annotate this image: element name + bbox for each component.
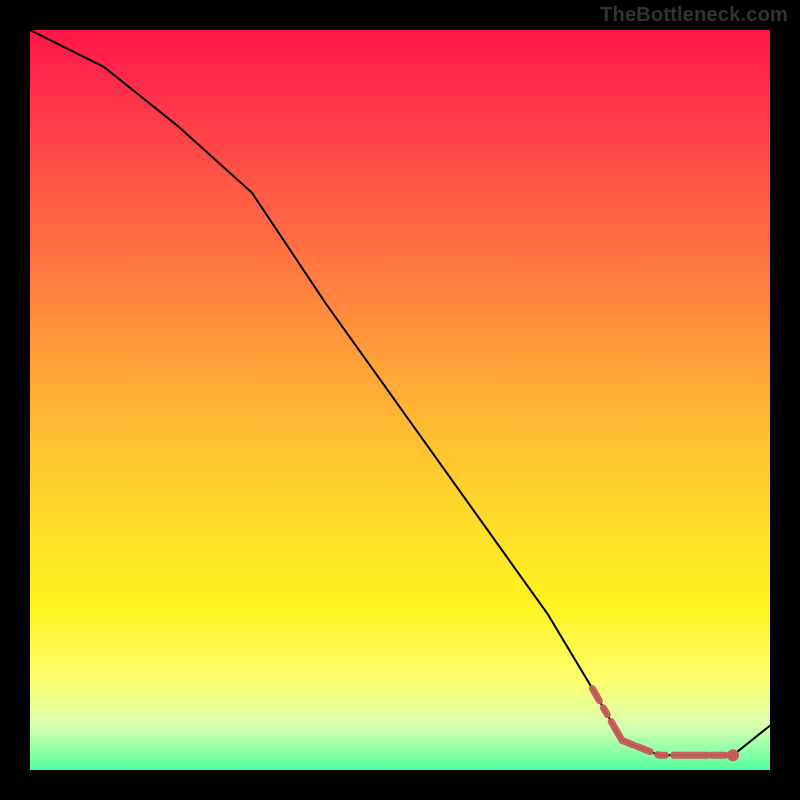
chart-frame: TheBottleneck.com — [0, 0, 800, 800]
plot-area — [30, 30, 770, 770]
chart-svg — [30, 30, 770, 770]
watermark-text: TheBottleneck.com — [600, 4, 788, 27]
end-marker-dot — [727, 749, 739, 761]
optimal-range-highlight — [592, 689, 733, 756]
bottleneck-curve — [30, 30, 770, 755]
